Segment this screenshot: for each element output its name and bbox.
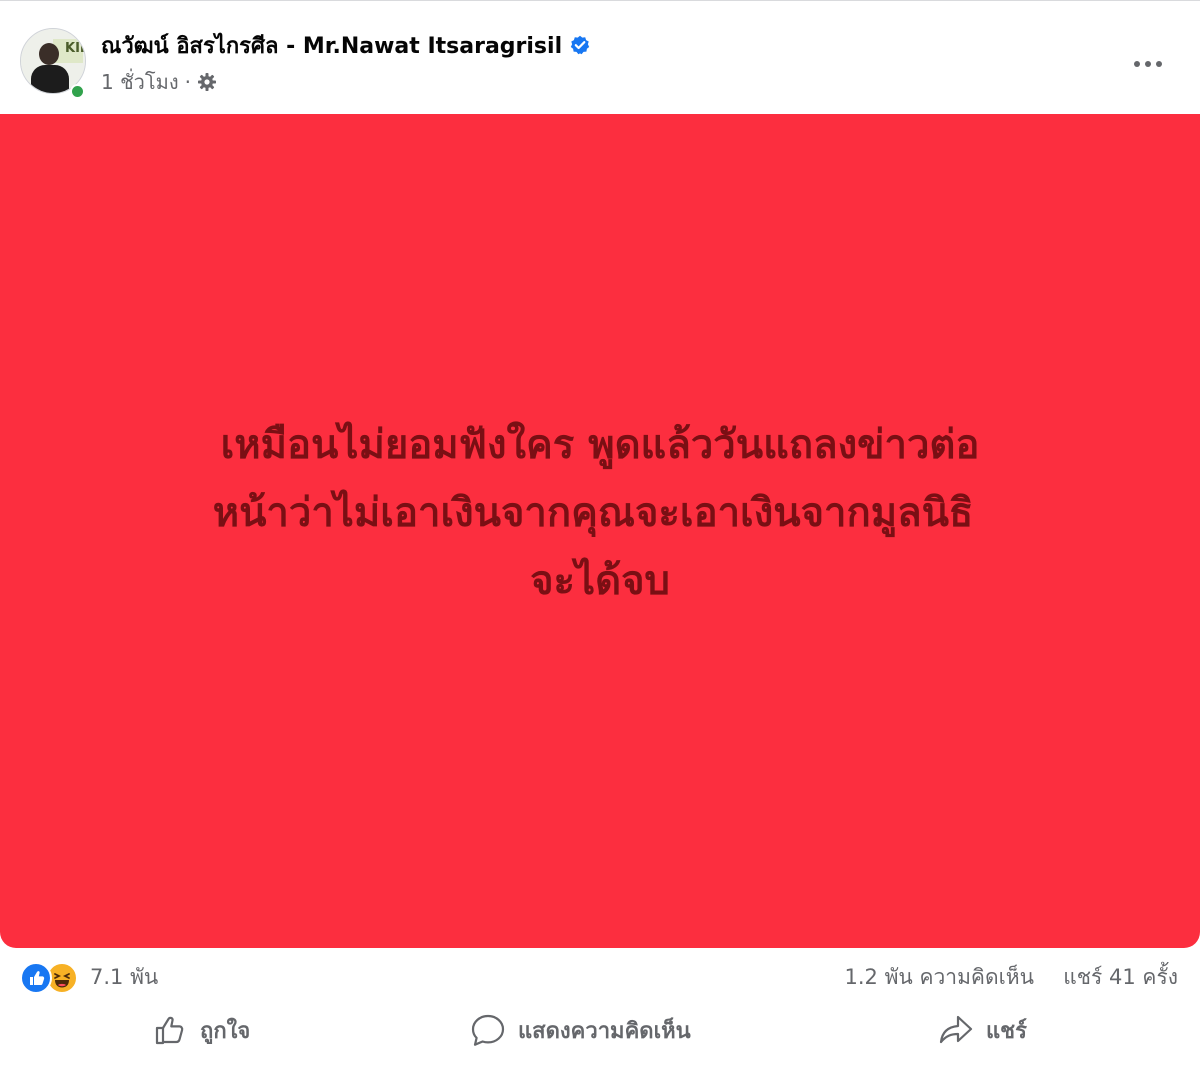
post-header: KII ณวัฒน์ อิสรไกรศีล - Mr.Nawat Itsarag… <box>0 6 1200 114</box>
comment-count[interactable]: 1.2 พัน ความคิดเห็น <box>845 962 1034 992</box>
post-stats: 7.1 พัน 1.2 พัน ความคิดเห็น แชร์ 41 ครั้… <box>0 958 1200 998</box>
verified-badge-icon <box>570 35 590 55</box>
share-button[interactable]: แชร์ <box>938 1006 1027 1054</box>
like-reaction-icon <box>20 962 52 994</box>
author-name[interactable]: ณวัฒน์ อิสรไกรศีล - Mr.Nawat Itsaragrisi… <box>101 28 562 63</box>
like-button-label: ถูกใจ <box>200 1018 251 1044</box>
post-text-line: จะได้จบ <box>530 558 670 604</box>
post-text-line: เหมือนไม่ยอมฟังใคร พูดแล้ววันแถลงข่าวต่อ <box>220 422 980 468</box>
gear-icon[interactable] <box>197 72 217 92</box>
post-timestamp[interactable]: 1 ชั่วโมง <box>101 66 179 98</box>
online-status-dot <box>70 84 85 99</box>
meta-separator: · <box>184 70 191 94</box>
share-count[interactable]: แชร์ 41 ครั้ง <box>1063 962 1178 992</box>
more-options-button[interactable] <box>1124 46 1172 82</box>
post-text-card[interactable]: เหมือนไม่ยอมฟังใคร พูดแล้ววันแถลงข่าวต่อ… <box>0 114 1200 948</box>
post-text: เหมือนไม่ยอมฟังใคร พูดแล้ววันแถลงข่าวต่อ… <box>40 411 1160 615</box>
post-action-bar: ถูกใจ แสดงความคิดเห็น แชร์ <box>0 1006 1200 1056</box>
author-name-row: ณวัฒน์ อิสรไกรศีล - Mr.Nawat Itsaragrisi… <box>101 30 590 60</box>
thumbs-up-icon <box>155 1016 184 1045</box>
like-button[interactable]: ถูกใจ <box>154 1006 250 1054</box>
share-arrow-icon <box>939 1015 973 1044</box>
post-meta: 1 ชั่วโมง · <box>101 68 217 96</box>
more-dots-icon <box>1134 61 1162 67</box>
comment-bubble-icon <box>471 1014 505 1046</box>
reaction-icons[interactable] <box>20 962 84 994</box>
reaction-count[interactable]: 7.1 พัน <box>90 962 158 992</box>
comment-button-label: แสดงความคิดเห็น <box>518 1018 691 1044</box>
post-text-line: หน้าว่าไม่เอาเงินจากคุณจะเอาเงินจากมูลนิ… <box>212 490 988 536</box>
comment-button[interactable]: แสดงความคิดเห็น <box>470 1006 691 1054</box>
share-button-label: แชร์ <box>986 1018 1027 1044</box>
avatar-sign-text: KII <box>65 41 85 56</box>
